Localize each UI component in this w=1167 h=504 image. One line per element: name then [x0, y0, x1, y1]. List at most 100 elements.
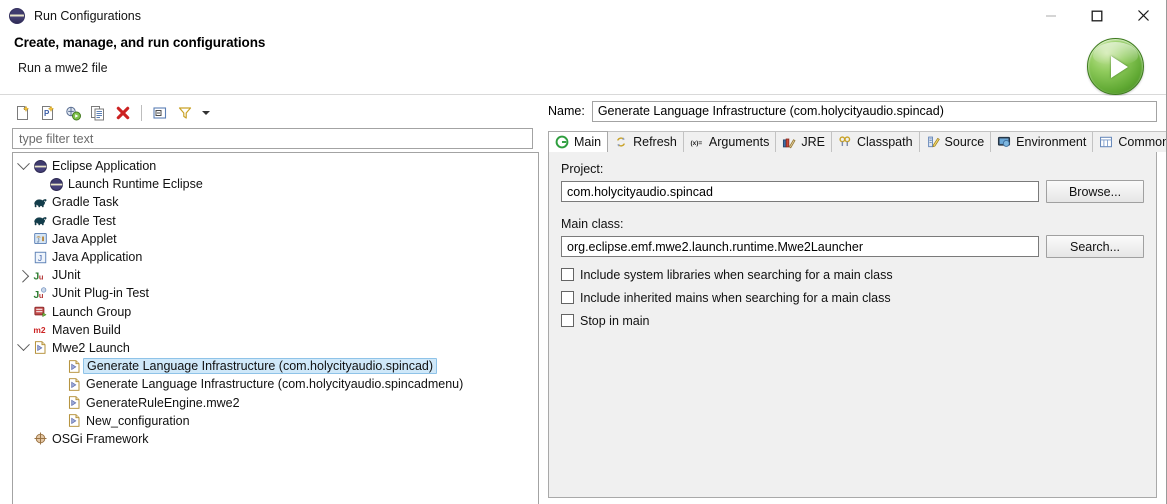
header-divider — [0, 94, 1166, 95]
checkbox-row[interactable]: Stop in main — [561, 310, 1144, 331]
mwe2-icon — [33, 340, 48, 355]
chevron-right-icon[interactable] — [15, 267, 31, 283]
new-config-icon[interactable] — [12, 102, 34, 124]
tab-classpath[interactable]: Classpath — [830, 131, 920, 152]
new-prototype-icon[interactable]: P — [37, 102, 59, 124]
close-button[interactable] — [1120, 0, 1166, 31]
tree-item[interactable]: New_configuration — [13, 412, 538, 430]
svg-text:(x)=: (x)= — [690, 140, 702, 147]
checkbox-input[interactable] — [561, 314, 574, 327]
export-icon[interactable] — [62, 102, 84, 124]
tree-item-icon — [65, 413, 83, 429]
tree-item[interactable]: J Java Application — [13, 248, 538, 266]
minimize-button[interactable] — [1028, 0, 1074, 31]
play-triangle-icon — [1110, 55, 1128, 78]
tree-item[interactable]: Launch Group — [13, 303, 538, 321]
filter-input[interactable]: type filter text — [12, 128, 533, 149]
svg-text:u: u — [38, 272, 43, 281]
name-value: Generate Language Infrastructure (com.ho… — [597, 104, 944, 118]
checkbox-row[interactable]: Include inherited mains when searching f… — [561, 287, 1144, 308]
tree-item-label: Java Application — [52, 250, 143, 265]
tab-common[interactable]: Common — [1092, 131, 1167, 152]
filter-funnel-icon[interactable] — [174, 102, 196, 124]
name-input[interactable]: Generate Language Infrastructure (com.ho… — [591, 100, 1157, 122]
mwe2-icon — [67, 359, 82, 374]
tab-main[interactable]: Main — [548, 131, 609, 152]
tree-item[interactable]: OSGi Framework — [13, 430, 538, 448]
main-class-row: org.eclipse.emf.mwe2.launch.runtime.Mwe2… — [561, 235, 1144, 258]
project-row: com.holycityaudio.spincad Browse... — [561, 180, 1144, 203]
project-input[interactable]: com.holycityaudio.spincad — [561, 181, 1039, 202]
tree-item-label: Maven Build — [52, 322, 121, 337]
jre-books-icon — [782, 135, 796, 149]
tree-item-selected[interactable]: Generate Language Infrastructure (com.ho… — [13, 357, 538, 375]
tree-item[interactable]: Launch Runtime Eclipse — [13, 175, 538, 193]
tab-jre[interactable]: JRE — [775, 131, 832, 152]
chevron-down-icon[interactable] — [15, 156, 31, 174]
browse-button[interactable]: Browse... — [1046, 180, 1144, 203]
svg-text:m2: m2 — [33, 325, 45, 335]
mwe2-icon — [67, 377, 82, 392]
tree-item[interactable]: Mwe2 Launch — [13, 338, 538, 357]
tab-bar: Main Refresh (x)= Arguments JRE Classpath Sour… — [548, 131, 1166, 152]
maximize-button[interactable] — [1074, 0, 1120, 31]
tree-item-icon — [31, 304, 49, 320]
search-button[interactable]: Search... — [1046, 235, 1144, 258]
tree-item[interactable]: m2 Maven Build — [13, 321, 538, 339]
common-table-icon — [1099, 135, 1113, 149]
tree-item-label: OSGi Framework — [52, 431, 149, 446]
tree-item[interactable]: Eclipse Application — [13, 156, 538, 175]
run-button[interactable] — [1087, 38, 1144, 95]
collapse-all-icon[interactable] — [149, 102, 171, 124]
tree-item[interactable]: GenerateRuleEngine.mwe2 — [13, 393, 538, 411]
tab-source[interactable]: Source — [918, 131, 992, 152]
chevron-down-icon[interactable] — [15, 338, 31, 356]
checkbox-label: Include system libraries when searching … — [580, 267, 893, 282]
tab-environment[interactable]: Environment — [990, 131, 1094, 152]
main-class-value: org.eclipse.emf.mwe2.launch.runtime.Mwe2… — [567, 239, 863, 254]
tab-icon — [925, 134, 941, 150]
tree-item-icon — [31, 431, 49, 447]
chevron-down-icon[interactable] — [199, 102, 212, 124]
tab-icon — [781, 134, 797, 150]
tree-item[interactable]: Gradle Test — [13, 212, 538, 230]
tree-item[interactable]: Gradle Task — [13, 193, 538, 211]
checkbox-row[interactable]: Include system libraries when searching … — [561, 264, 1144, 285]
tab-arguments[interactable]: (x)= Arguments — [682, 131, 777, 152]
toolbar-separator — [141, 105, 142, 121]
checkbox-input[interactable] — [561, 291, 574, 304]
tree-item[interactable]: Ju JUnit Plug-in Test — [13, 284, 538, 302]
checkbox-label: Include inherited mains when searching f… — [580, 290, 891, 305]
tab-label: Refresh — [633, 135, 677, 149]
configurations-tree[interactable]: Eclipse Application Launch Runtime Eclips… — [12, 152, 539, 504]
checkbox-input[interactable] — [561, 268, 574, 281]
dialog-body: P type filter text Eclipse Application L… — [0, 96, 1166, 504]
tree-item-icon: Ju — [31, 267, 49, 283]
eclipse-icon — [9, 7, 25, 24]
tab-icon — [554, 134, 570, 150]
page-subtitle: Run a mwe2 file — [18, 61, 108, 75]
tree-item[interactable]: Generate Language Infrastructure (com.ho… — [13, 375, 538, 393]
tree-item-label: GenerateRuleEngine.mwe2 — [86, 395, 240, 410]
name-label: Name: — [548, 104, 585, 118]
tree-item-icon — [31, 340, 49, 356]
tab-icon: (x)= — [689, 134, 705, 150]
main-class-input[interactable]: org.eclipse.emf.mwe2.launch.runtime.Mwe2… — [561, 236, 1039, 257]
java-applet-icon: J — [33, 231, 48, 246]
tree-item[interactable]: J Java Applet — [13, 230, 538, 248]
configurations-toolbar: P — [8, 100, 540, 126]
tab-refresh[interactable]: Refresh — [607, 131, 684, 152]
duplicate-icon[interactable] — [87, 102, 109, 124]
tree-item-label: JUnit Plug-in Test — [52, 286, 150, 301]
tree-item-icon: J — [31, 249, 49, 265]
tab-label: Common — [1118, 135, 1167, 149]
delete-red-x-icon[interactable] — [112, 102, 134, 124]
tree-item[interactable]: Ju JUnit — [13, 266, 538, 284]
svg-text:J: J — [36, 239, 39, 245]
